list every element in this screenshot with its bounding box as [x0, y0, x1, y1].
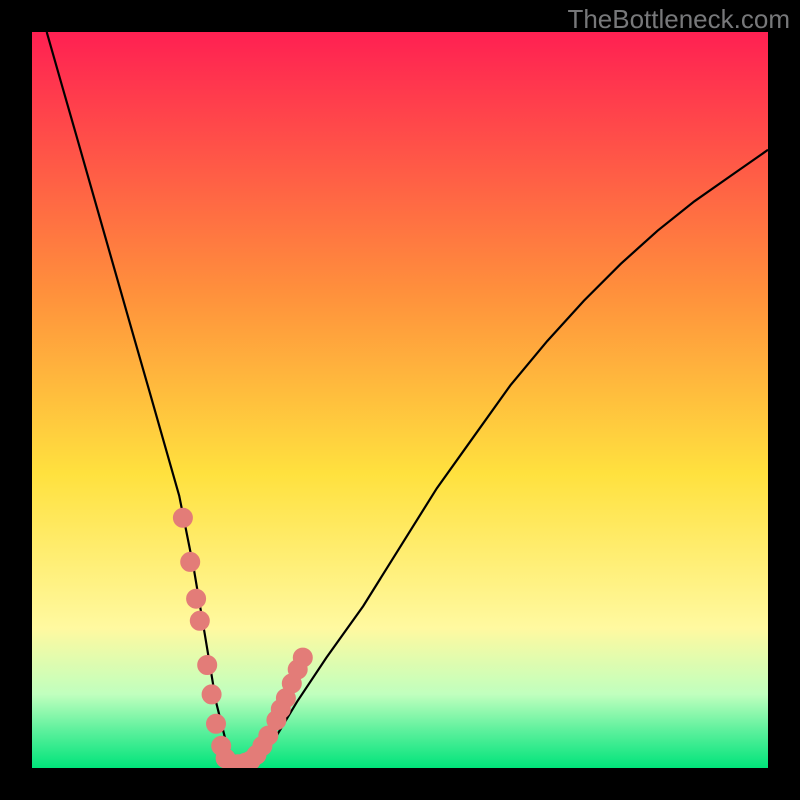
watermark-text: TheBottleneck.com [567, 4, 790, 35]
chart-svg [32, 32, 768, 768]
data-marker [173, 508, 192, 527]
chart-frame: TheBottleneck.com [0, 0, 800, 800]
data-marker [190, 611, 209, 630]
data-marker [293, 648, 312, 667]
data-marker [181, 552, 200, 571]
data-marker [202, 685, 221, 704]
plot-area [32, 32, 768, 768]
data-marker [198, 656, 217, 675]
data-marker [187, 589, 206, 608]
gradient-background [32, 32, 768, 768]
data-marker [207, 714, 226, 733]
